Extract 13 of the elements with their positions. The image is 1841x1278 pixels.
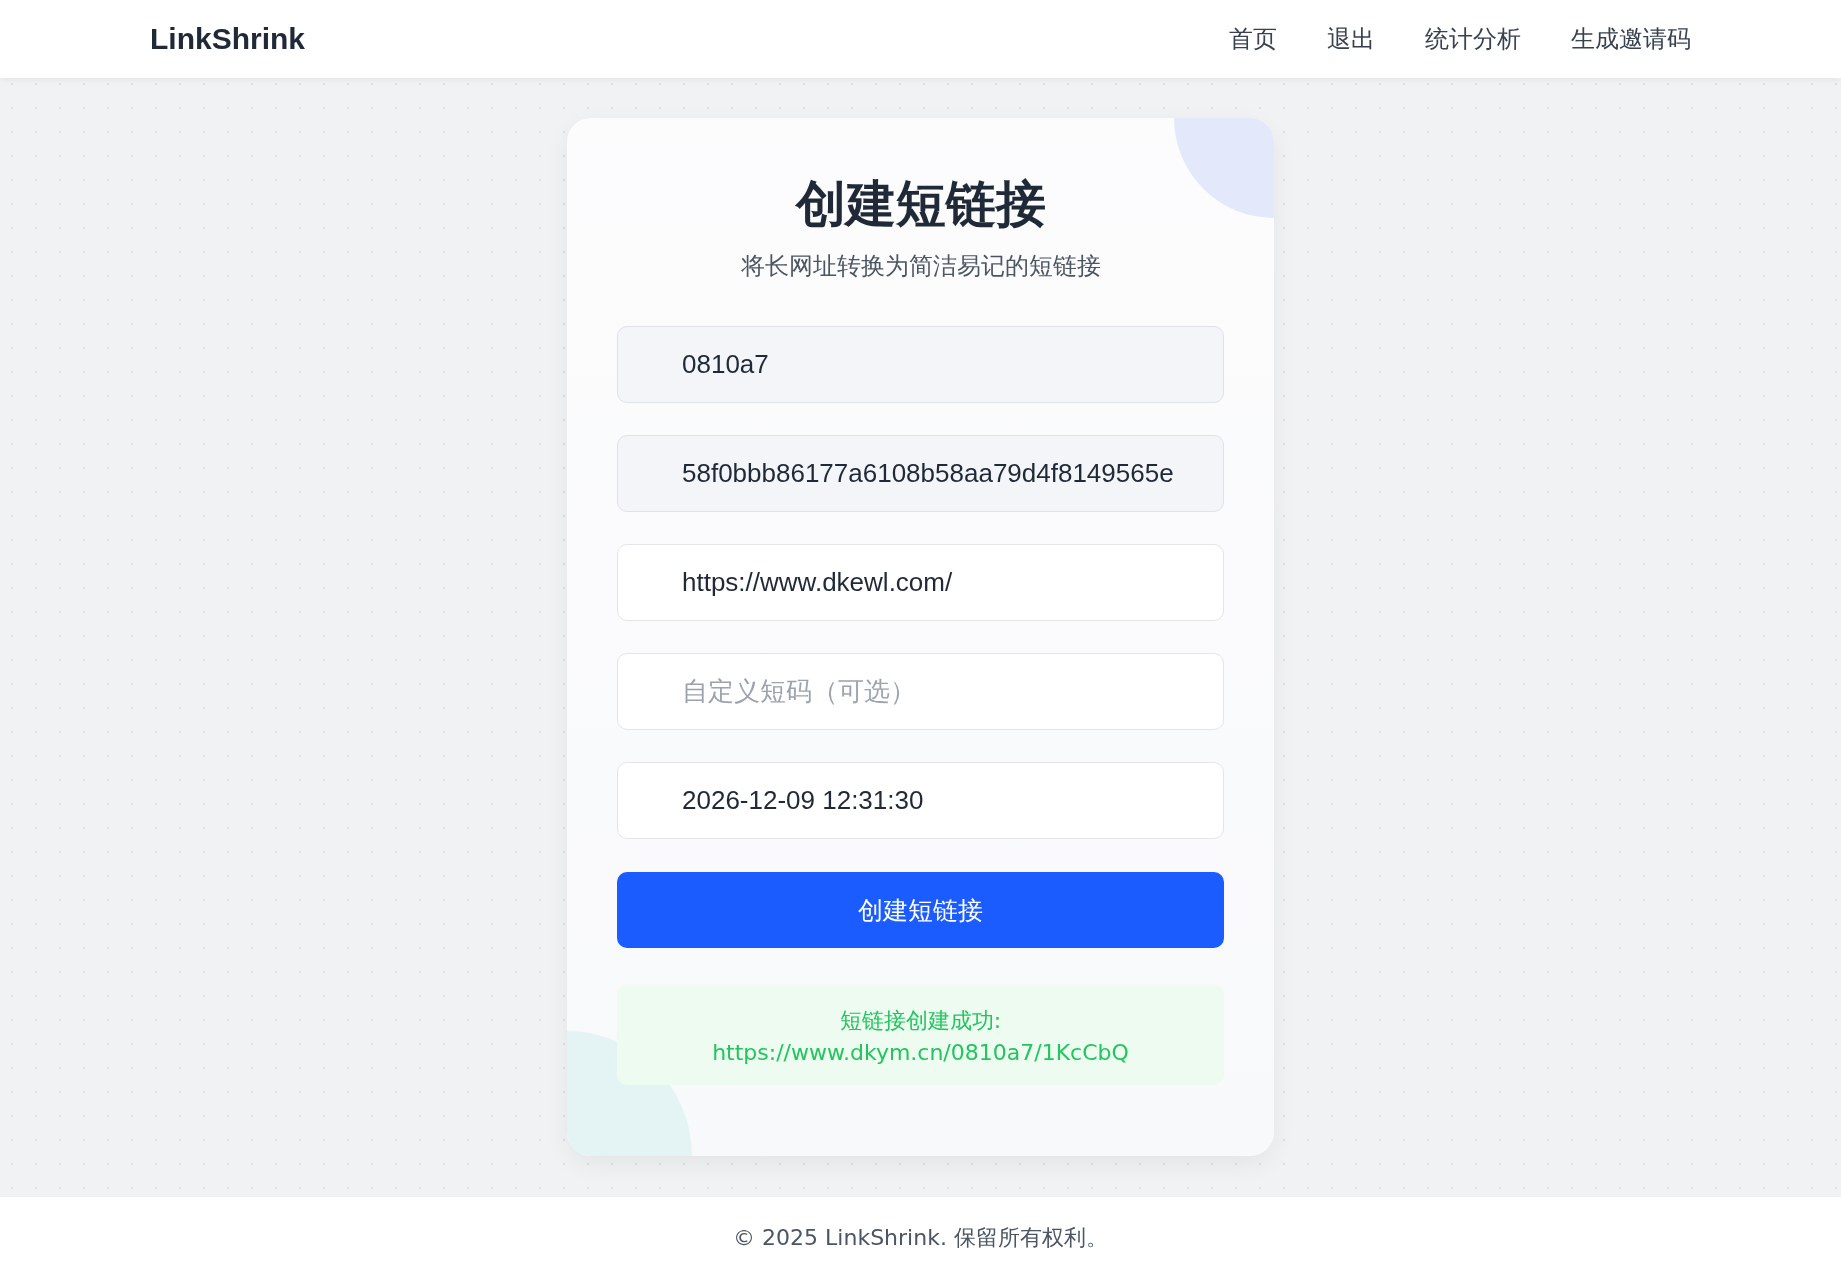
success-text: 短链接创建成功: <box>839 1006 1002 1035</box>
nav-link[interactable]: 生成邀请码 <box>1571 23 1691 55</box>
card-title: 创建短链接 <box>794 174 1047 234</box>
input-field[interactable]: 自定义短码（可选） <box>617 653 1224 730</box>
copyright-text: © 2025 LinkShrink. 保留所有权利。 <box>733 1223 1108 1252</box>
card-subtitle: 将长网址转换为简洁易记的短链接 <box>739 251 1102 282</box>
nav-link[interactable]: 统计分析 <box>1425 23 1521 55</box>
input-field[interactable]: https://www.dkewl.com/ <box>617 544 1224 621</box>
nav-link[interactable]: 首页 <box>1229 23 1277 55</box>
create-button[interactable]: 创建短链接 <box>617 872 1224 948</box>
brand-logo: LinkShrink <box>150 22 306 56</box>
nav-link[interactable]: 退出 <box>1327 23 1375 55</box>
input-field[interactable]: 2026-12-09 12:31:30 <box>617 762 1224 839</box>
